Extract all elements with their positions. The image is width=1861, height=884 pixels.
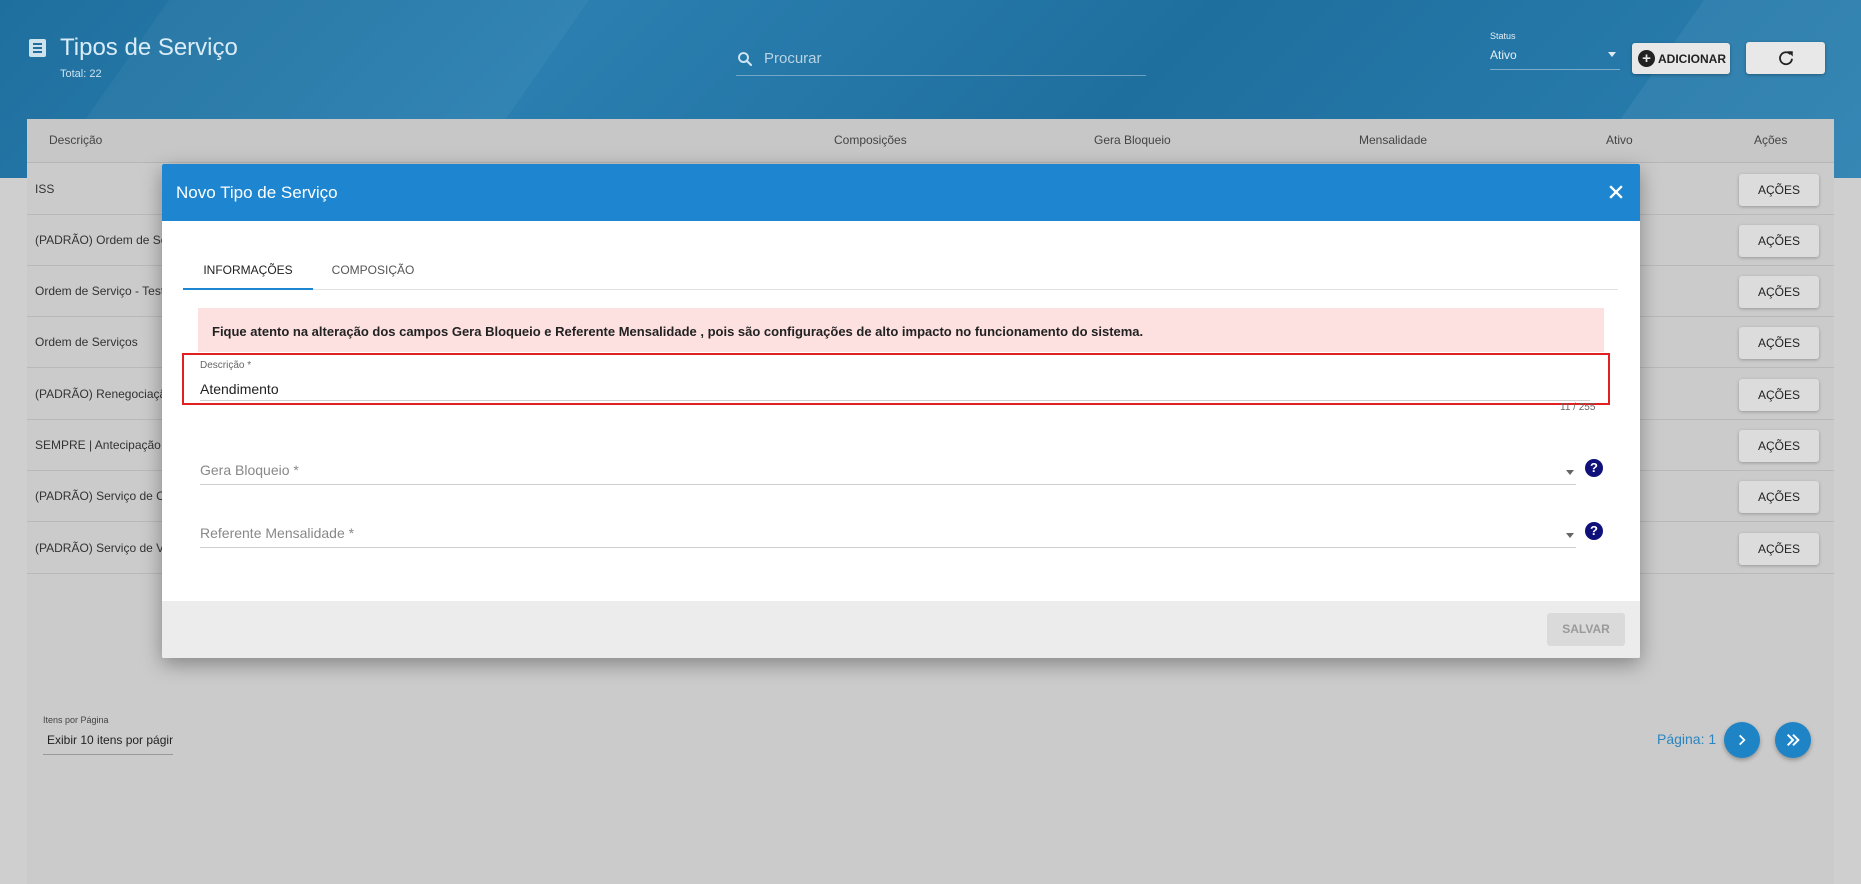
search-input[interactable]: [764, 47, 1134, 69]
row-descricao: (PADRÃO) Ordem de Serv: [35, 233, 178, 247]
row-descricao: (PADRÃO) Serviço de Cor: [35, 489, 176, 503]
new-service-type-dialog: Novo Tipo de Serviço INFORMAÇÕES COMPOSI…: [162, 164, 1640, 658]
column-header-gera-bloqueio: Gera Bloqueio: [1094, 133, 1171, 147]
tab-composicao[interactable]: COMPOSIÇÃO: [313, 250, 433, 290]
acoes-button[interactable]: AÇÕES: [1739, 225, 1819, 257]
dialog-footer: SALVAR: [162, 601, 1640, 658]
tab-informacoes[interactable]: INFORMAÇÕES: [183, 250, 313, 290]
column-header-ativo: Ativo: [1606, 133, 1633, 147]
chevron-down-icon: [1608, 52, 1616, 57]
gera-bloqueio-label: Gera Bloqueio *: [200, 462, 299, 478]
refresh-button[interactable]: [1746, 42, 1825, 74]
add-button[interactable]: + ADICIONAR: [1632, 43, 1730, 74]
row-descricao: Ordem de Serviço - Teste: [35, 284, 171, 298]
status-select[interactable]: Ativo: [1490, 48, 1620, 70]
search-icon: [738, 52, 753, 67]
items-per-page-label: Itens por Página: [43, 715, 109, 725]
add-circle-icon: +: [1638, 50, 1655, 67]
warning-alert: Fique atento na alteração dos campos Ger…: [198, 308, 1604, 352]
help-icon[interactable]: ?: [1585, 459, 1603, 477]
referente-mensalidade-select[interactable]: [200, 547, 1576, 548]
referente-mensalidade-label: Referente Mensalidade *: [200, 525, 355, 541]
dialog-tabs: INFORMAÇÕES COMPOSIÇÃO: [183, 250, 1618, 290]
acoes-button[interactable]: AÇÕES: [1739, 533, 1819, 565]
chevron-down-icon[interactable]: [1566, 533, 1574, 538]
double-chevron-right-icon: [1786, 733, 1800, 747]
descricao-label: Descrição *: [200, 360, 252, 371]
close-icon[interactable]: [1606, 182, 1626, 202]
row-descricao: (PADRÃO) Renegociação: [35, 387, 173, 401]
save-button[interactable]: SALVAR: [1547, 613, 1625, 646]
total-count: Total: 22: [60, 68, 102, 80]
descricao-underline: [200, 400, 1590, 401]
column-header-acoes: Ações: [1754, 133, 1788, 147]
search-bar: [736, 44, 1146, 76]
descricao-input[interactable]: [200, 379, 1590, 399]
gera-bloqueio-select[interactable]: [200, 484, 1576, 485]
list-icon: [29, 39, 46, 57]
column-header-mensalidade: Mensalidade: [1359, 133, 1428, 147]
acoes-button[interactable]: AÇÕES: [1739, 481, 1819, 513]
dialog-header: Novo Tipo de Serviço: [162, 164, 1640, 221]
table-header: Descrição Composições Gera Bloqueio Mens…: [27, 119, 1834, 163]
status-value: Ativo: [1490, 48, 1517, 62]
acoes-button[interactable]: AÇÕES: [1739, 379, 1819, 411]
last-page-button[interactable]: [1775, 722, 1811, 758]
acoes-button[interactable]: AÇÕES: [1739, 276, 1819, 308]
items-per-page-select[interactable]: Exibir 10 itens por págin: [43, 733, 173, 755]
help-icon[interactable]: ?: [1585, 522, 1603, 540]
row-descricao: SEMPRE | Antecipação d: [35, 438, 171, 452]
acoes-button[interactable]: AÇÕES: [1739, 174, 1819, 206]
column-header-composicoes: Composições: [834, 133, 907, 147]
column-header-descricao: Descrição: [49, 133, 103, 147]
acoes-button[interactable]: AÇÕES: [1739, 430, 1819, 462]
chevron-down-icon[interactable]: [1566, 470, 1574, 475]
status-label: Status: [1490, 31, 1516, 41]
acoes-button[interactable]: AÇÕES: [1739, 327, 1819, 359]
dialog-title: Novo Tipo de Serviço: [176, 183, 338, 202]
add-button-label: ADICIONAR: [1658, 51, 1726, 66]
row-descricao: Ordem de Serviços: [35, 335, 138, 349]
row-descricao: (PADRÃO) Serviço de Val: [35, 541, 173, 555]
row-descricao: ISS: [35, 182, 55, 196]
chevron-right-icon: [1739, 734, 1746, 746]
char-counter: 11 / 255: [1560, 402, 1596, 413]
page-title: Tipos de Serviço: [60, 34, 238, 61]
next-page-button[interactable]: [1724, 722, 1760, 758]
refresh-icon: [1778, 51, 1793, 66]
page-indicator: Página: 1: [1657, 731, 1717, 747]
